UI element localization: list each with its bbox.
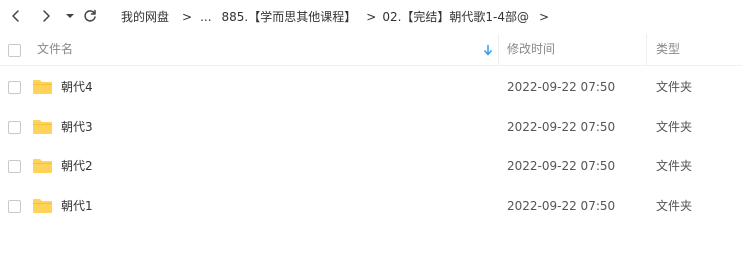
chevron-right-icon <box>43 10 50 22</box>
file-name[interactable]: 朝代3 <box>61 107 93 147</box>
file-modified-time: 2022-09-22 07:50 <box>507 120 616 134</box>
file-type: 文件夹 <box>656 80 693 94</box>
refresh-icon <box>84 9 96 22</box>
breadcrumb-folder-current[interactable]: 02.【完结】朝代歌1-4部@ <box>382 8 529 25</box>
row-checkbox[interactable] <box>8 81 21 94</box>
breadcrumb-separator: > <box>366 9 377 24</box>
forward-button[interactable] <box>38 6 54 26</box>
sort-down-arrow-icon[interactable] <box>483 44 493 56</box>
refresh-button[interactable] <box>81 6 99 26</box>
column-divider[interactable] <box>498 34 499 65</box>
file-modified-time: 2022-09-22 07:50 <box>507 80 616 94</box>
folder-icon <box>33 199 52 213</box>
file-list-header: 文件名 修改时间 类型 <box>0 34 742 66</box>
chevron-left-icon <box>12 10 19 22</box>
navigation-bar: 我的网盘 > ... 885.【学而思其他课程】 > 02.【完结】朝代歌1-4… <box>0 0 742 33</box>
file-name[interactable]: 朝代2 <box>61 146 93 186</box>
row-checkbox[interactable] <box>8 121 21 134</box>
breadcrumb-separator: > <box>182 9 193 24</box>
file-name[interactable]: 朝代4 <box>61 67 93 107</box>
select-all-checkbox[interactable] <box>8 44 21 57</box>
file-row[interactable]: 朝代3 2022-09-22 07:50 文件夹 <box>0 107 742 147</box>
caret-down-icon <box>66 14 74 18</box>
breadcrumb-root[interactable]: 我的网盘 <box>121 8 169 25</box>
file-modified-time: 2022-09-22 07:50 <box>507 159 616 173</box>
row-checkbox[interactable] <box>8 200 21 213</box>
file-row[interactable]: 朝代2 2022-09-22 07:50 文件夹 <box>0 146 742 186</box>
back-button[interactable] <box>8 6 24 26</box>
row-checkbox[interactable] <box>8 160 21 173</box>
column-header-modified[interactable]: 修改时间 <box>507 34 555 65</box>
folder-icon <box>33 80 52 94</box>
column-header-name[interactable]: 文件名 <box>37 34 73 65</box>
breadcrumb-separator: > <box>539 9 550 24</box>
folder-icon <box>33 159 52 173</box>
breadcrumb-ellipsis[interactable]: ... <box>200 10 211 24</box>
file-type: 文件夹 <box>656 199 693 213</box>
history-dropdown-button[interactable] <box>64 6 76 26</box>
file-type: 文件夹 <box>656 159 693 173</box>
file-modified-time: 2022-09-22 07:50 <box>507 199 616 213</box>
folder-icon <box>33 120 52 134</box>
file-type: 文件夹 <box>656 120 693 134</box>
column-header-type[interactable]: 类型 <box>656 34 680 65</box>
column-divider[interactable] <box>646 34 647 65</box>
file-row[interactable]: 朝代4 2022-09-22 07:50 文件夹 <box>0 67 742 107</box>
file-row[interactable]: 朝代1 2022-09-22 07:50 文件夹 <box>0 186 742 226</box>
breadcrumb: 我的网盘 > ... 885.【学而思其他课程】 > 02.【完结】朝代歌1-4… <box>121 0 549 33</box>
file-name[interactable]: 朝代1 <box>61 186 93 226</box>
breadcrumb-folder-885[interactable]: 885.【学而思其他课程】 <box>222 8 357 25</box>
